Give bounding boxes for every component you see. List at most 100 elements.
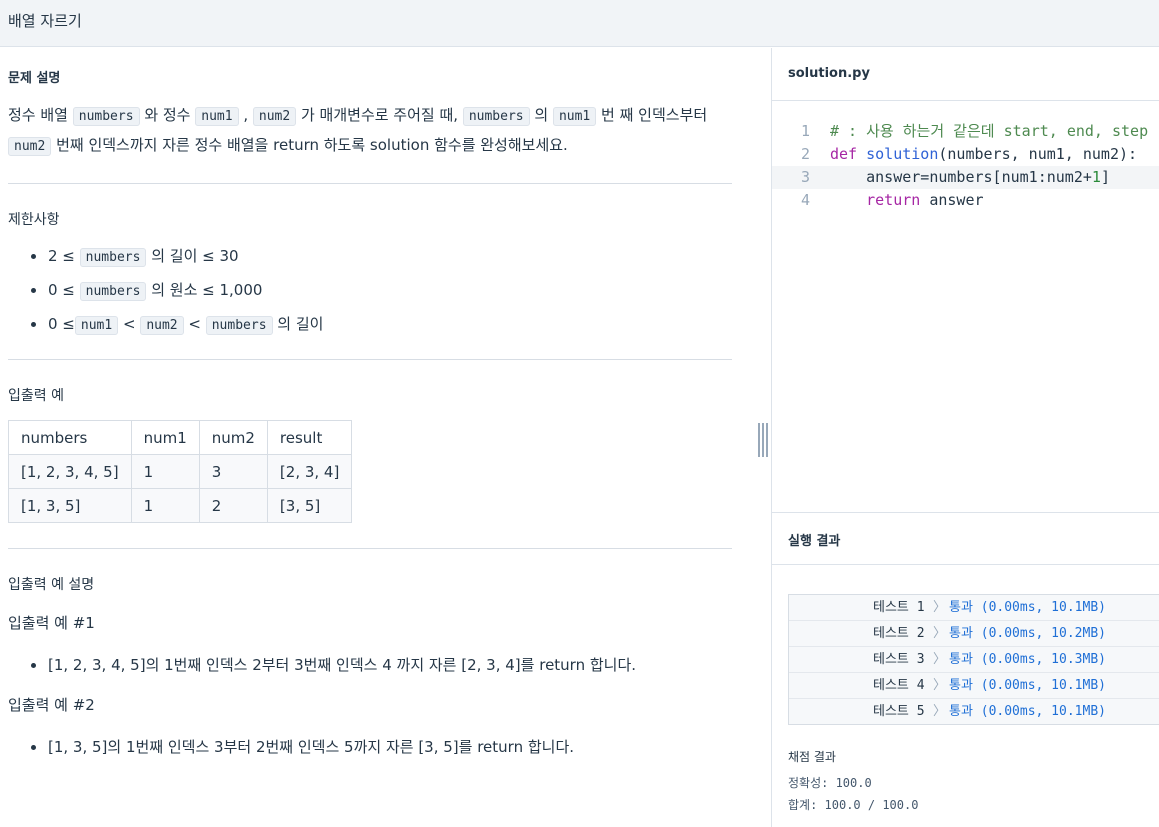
editor-panel: solution.py 1 # : 사용 하는거 같은데 start, end, … (771, 48, 1159, 827)
code-line[interactable]: 3 answer=numbers[num1:num2+1] (772, 166, 1159, 189)
test-case-row[interactable]: 테스트 2 〉 통과 (0.00ms, 10.2MB) (789, 621, 1159, 647)
table-cell: numbers (8, 420, 132, 455)
results-heading: 실행 결과 (788, 534, 841, 549)
description-heading: 문제 설명 (8, 71, 61, 86)
inline-code: num1 (74, 316, 119, 335)
code-text: answer=numbers[num1:num2+1] (830, 168, 1110, 186)
line-number: 1 (800, 122, 810, 140)
text-span: 번째 인덱스까지 자른 정수 배열을 return 하도록 solution 함… (51, 136, 568, 154)
text-span: 0 ≤ (48, 315, 75, 333)
divider (8, 183, 732, 184)
table-cell: [2, 3, 4] (266, 454, 353, 489)
text-span: 와 정수 (139, 106, 196, 124)
constraints-heading: 제한사항 (8, 212, 60, 228)
constraint-item: 0 ≤ numbers 의 원소 ≤ 1,000 (30, 279, 263, 301)
inline-code: num2 (8, 137, 52, 156)
test-case-row[interactable]: 테스트 5 〉 통과 (0.00ms, 10.1MB) (789, 699, 1159, 724)
io-table: numbers num1 num2 result [1, 2, 3, 4, 5] 1 3 [2… (8, 420, 353, 523)
inline-code: numbers (72, 107, 140, 126)
io-heading: 입출력 예 (8, 388, 64, 404)
io-description-heading: 입출력 예 설명 (8, 577, 95, 593)
code-line[interactable]: 4 return answer (772, 189, 1159, 212)
inline-code: numbers (205, 316, 273, 335)
text-span: , (238, 106, 253, 124)
text-span: 의 길이 (272, 315, 324, 333)
table-cell: 1 (130, 488, 200, 523)
test-case-label: 테스트 2 (873, 626, 925, 641)
example1-text: [1, 2, 3, 4, 5]의 1번째 인덱스 2부터 3번째 인덱스 4 까… (30, 656, 637, 674)
test-case-row[interactable]: 테스트 1 〉 통과 (0.00ms, 10.1MB) (789, 595, 1159, 621)
grade-heading: 채점 결과 (788, 750, 836, 764)
text-span: 의 (529, 106, 553, 124)
example1-heading: 입출력 예 #1 (8, 614, 95, 632)
problem-title: 배열 자르기 (8, 12, 82, 30)
table-cell: 3 (198, 454, 268, 489)
line-number: 3 (800, 168, 810, 186)
text-span: 0 ≤ (48, 281, 80, 299)
table-cell: num2 (198, 420, 268, 455)
editor-header: solution.py (772, 48, 1159, 101)
constraint-item: 0 ≤ num1 < num2 < numbers 의 길이 (30, 313, 324, 335)
test-case-result: 통과 (0.00ms, 10.1MB) (949, 600, 1106, 615)
results-header: 실행 결과 (772, 512, 1159, 565)
test-case-label: 테스트 4 (873, 678, 925, 693)
constraint-item: 2 ≤ numbers 의 길이 ≤ 30 (31, 245, 239, 267)
test-case-result: 통과 (0.00ms, 10.2MB) (949, 626, 1106, 641)
text-span: 의 원소 ≤ 1,000 (146, 281, 263, 299)
table-header-row: numbers num1 num2 result (8, 420, 353, 455)
text-span: 의 길이 ≤ 30 (146, 247, 239, 265)
test-case-row[interactable]: 테스트 3 〉 통과 (0.00ms, 10.3MB) (789, 647, 1159, 673)
test-case-label: 테스트 3 (873, 652, 925, 667)
table-cell: num1 (130, 420, 200, 455)
table-row: [1, 3, 5] 1 2 [3, 5] (8, 488, 353, 523)
text-span: 2 ≤ (48, 247, 80, 265)
inline-code: numbers (79, 282, 147, 301)
example2-heading: 입출력 예 #2 (8, 696, 95, 714)
total-score: 합계: 100.0 / 100.0 (788, 798, 919, 812)
test-case-label: 테스트 1 (873, 600, 925, 615)
panel-resize-handle[interactable] (758, 423, 768, 457)
code-line[interactable]: 1 # : 사용 하는거 같은데 start, end, step (772, 120, 1159, 143)
accuracy-score: 정확성: 100.0 (788, 776, 872, 790)
code-text: return answer (866, 191, 984, 209)
problem-description: 정수 배열 numbers 와 정수 num1 , num2 가 매개변수로 주… (8, 101, 748, 161)
text-span: 가 매개변수로 주어질 때, (296, 106, 463, 124)
test-case-result: 통과 (0.00ms, 10.3MB) (949, 652, 1106, 667)
test-case-result: 통과 (0.00ms, 10.1MB) (949, 704, 1106, 719)
test-case-result: 통과 (0.00ms, 10.1MB) (949, 678, 1106, 693)
table-cell: [1, 2, 3, 4, 5] (8, 454, 132, 489)
inline-code: num2 (140, 316, 184, 335)
chevron-right-icon: 〉 (933, 678, 947, 693)
example2-text: [1, 3, 5]의 1번째 인덱스 3부터 2번째 인덱스 5까지 자른 [3… (30, 738, 575, 756)
line-number: 2 (800, 145, 810, 163)
line-number: 4 (800, 191, 810, 209)
divider (8, 548, 732, 549)
inline-code: numbers (462, 107, 530, 126)
inline-code: num1 (195, 107, 239, 126)
text-span: < (183, 315, 206, 333)
inline-code: numbers (79, 248, 147, 267)
table-cell: [3, 5] (266, 488, 353, 523)
table-cell: [1, 3, 5] (8, 488, 132, 523)
test-results: 테스트 1 〉 통과 (0.00ms, 10.1MB) 테스트 2 〉 통과 (0.00m… (788, 594, 1159, 725)
test-case-label: 테스트 5 (873, 704, 925, 719)
problem-panel: 문제 설명 정수 배열 numbers 와 정수 num1 , num2 가 매… (0, 48, 755, 827)
code-text: def solution(numbers, num1, num2): (830, 145, 1138, 163)
test-case-row[interactable]: 테스트 4 〉 통과 (0.00ms, 10.1MB) (789, 673, 1159, 699)
code-line[interactable]: 2 def solution(numbers, num1, num2): (772, 143, 1159, 166)
text-span: < (118, 315, 141, 333)
inline-code: num2 (252, 107, 297, 126)
text-span: 정수 배열 (8, 106, 73, 124)
table-row: [1, 2, 3, 4, 5] 1 3 [2, 3, 4] (8, 454, 353, 489)
top-bar: 배열 자르기 (0, 0, 1159, 47)
text-span: 번 째 인덱스부터 (596, 106, 708, 124)
results-panel: 실행 결과 테스트 1 〉 통과 (0.00ms, 10.1MB) 테스트 2 〉 통과 … (772, 512, 1159, 827)
table-cell: result (266, 420, 353, 455)
chevron-right-icon: 〉 (933, 600, 947, 615)
divider (8, 359, 732, 360)
code-text: # : 사용 하는거 같은데 start, end, step (830, 122, 1149, 140)
code-editor[interactable]: 1 # : 사용 하는거 같은데 start, end, step 2 def sol… (772, 120, 1159, 212)
chevron-right-icon: 〉 (933, 704, 947, 719)
editor-filename: solution.py (788, 66, 870, 81)
chevron-right-icon: 〉 (933, 626, 947, 641)
